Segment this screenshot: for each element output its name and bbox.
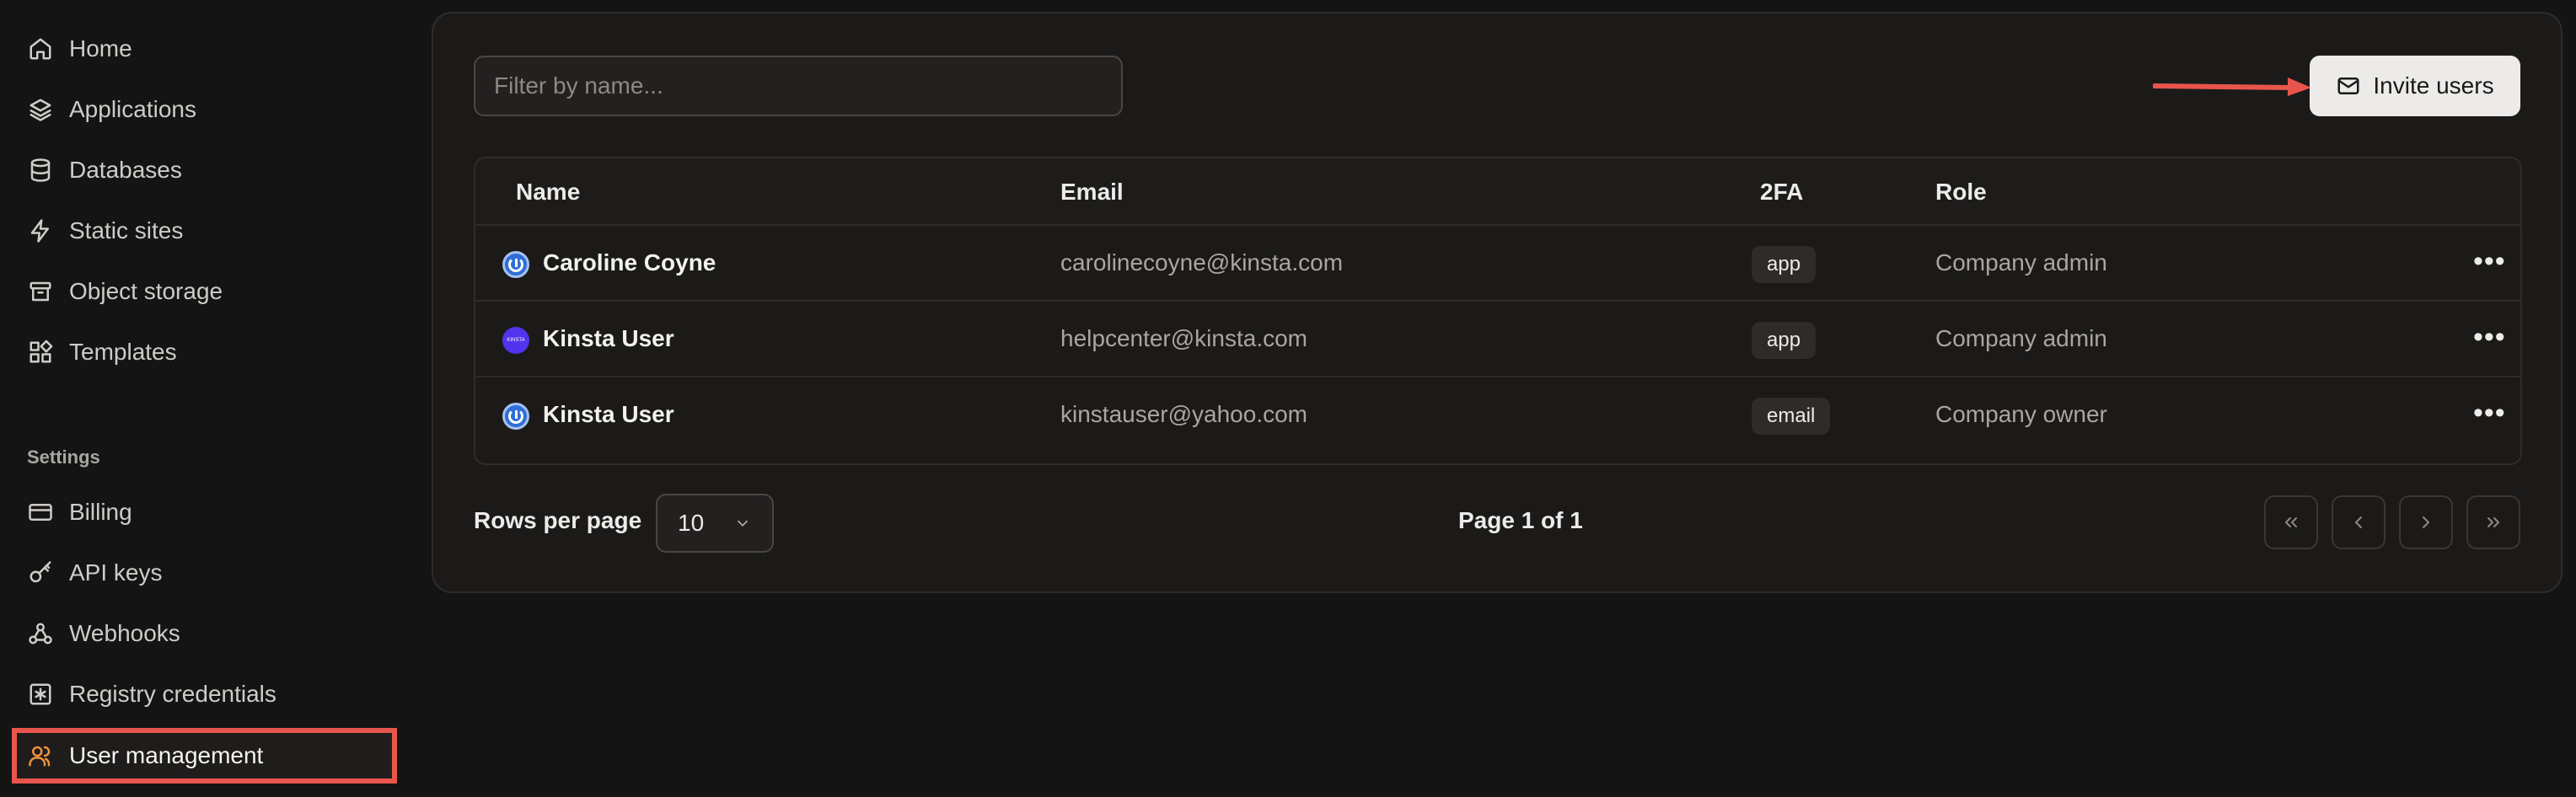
column-header-email[interactable]: Email [1060, 179, 1124, 206]
rows-per-page-value: 10 [678, 510, 705, 536]
more-actions-icon[interactable]: ••• [2473, 323, 2506, 351]
settings-section-label: Settings [27, 447, 100, 468]
archive-icon [27, 278, 54, 305]
sidebar-item-label: Billing [69, 499, 132, 525]
annotation-arrow [2153, 78, 2311, 96]
rows-per-page-label: Rows per page [474, 507, 642, 533]
sidebar-item-user-management[interactable]: User management [12, 728, 397, 784]
chevron-down-icon [737, 520, 749, 527]
sidebar-item-label: Databases [69, 157, 182, 183]
layers-icon [27, 96, 54, 123]
sidebar-item-label: Registry credentials [69, 681, 276, 707]
credit-card-icon [27, 499, 54, 526]
sidebar-item-label: Object storage [69, 278, 223, 304]
database-icon [27, 157, 54, 184]
webhook-icon [27, 620, 54, 647]
user-name: Kinsta User [543, 401, 674, 427]
sidebar-item-webhooks[interactable]: Webhooks [13, 610, 393, 657]
kinsta-avatar-icon: KINSTA [502, 327, 529, 354]
sidebar-item-billing[interactable]: Billing [13, 489, 393, 536]
user-name: Caroline Coyne [543, 249, 716, 275]
sidebar-item-api-keys[interactable]: API keys [13, 549, 393, 596]
user-email: helpcenter@kinsta.com [1060, 325, 1308, 351]
user-email: kinstauser@yahoo.com [1060, 401, 1308, 427]
sidebar: Home Applications Databases Static sites… [0, 0, 413, 797]
previous-page-button[interactable] [2332, 495, 2385, 549]
table-header: Name Email 2FA Role [475, 158, 2520, 226]
twofa-badge: app [1752, 322, 1817, 359]
sidebar-item-label: API keys [69, 559, 163, 586]
column-header-2fa[interactable]: 2FA [1760, 179, 1803, 206]
next-page-button[interactable] [2399, 495, 2453, 549]
sidebar-item-templates[interactable]: Templates [13, 329, 393, 376]
sidebar-item-registry-credentials[interactable]: Registry credentials [13, 671, 393, 718]
first-page-button[interactable] [2264, 495, 2318, 549]
column-header-name[interactable]: Name [516, 179, 580, 206]
sidebar-item-home[interactable]: Home [13, 25, 393, 72]
twofa-badge: app [1752, 246, 1817, 283]
invite-users-button[interactable]: Invite users [2310, 56, 2520, 116]
sidebar-item-label: User management [69, 742, 264, 768]
home-icon [27, 35, 54, 62]
bolt-icon [27, 217, 54, 244]
chevron-right-icon [2423, 516, 2429, 528]
sidebar-item-label: Templates [69, 339, 177, 365]
filter-input[interactable] [474, 56, 1123, 116]
more-actions-icon[interactable]: ••• [2473, 247, 2506, 275]
page-info: Page 1 of 1 [1458, 507, 1583, 533]
sidebar-item-static-sites[interactable]: Static sites [13, 207, 393, 254]
rows-per-page-select[interactable]: 10 [656, 494, 774, 553]
sidebar-item-label: Static sites [69, 217, 184, 243]
key-icon [27, 559, 54, 586]
user-email: carolinecoyne@kinsta.com [1060, 249, 1344, 275]
sidebar-item-label: Home [69, 35, 132, 62]
asterisk-square-icon [27, 681, 54, 708]
users-icon [27, 742, 54, 769]
user-name: Kinsta User [543, 325, 674, 351]
power-avatar-icon [502, 251, 529, 278]
chevrons-left-icon [2285, 517, 2297, 527]
table-row[interactable]: KINSTA Kinsta User helpcenter@kinsta.com… [475, 302, 2520, 377]
user-management-panel: Invite users Name Email 2FA Role Carolin… [432, 12, 2563, 593]
chevron-left-icon [2355, 516, 2362, 528]
user-role: Company admin [1935, 249, 2107, 275]
more-actions-icon[interactable]: ••• [2473, 398, 2506, 427]
invite-users-label: Invite users [2373, 72, 2494, 99]
sidebar-item-databases[interactable]: Databases [13, 147, 393, 194]
sidebar-item-object-storage[interactable]: Object storage [13, 268, 393, 315]
table-row[interactable]: Kinsta User kinstauser@yahoo.com email C… [475, 377, 2520, 453]
column-header-role[interactable]: Role [1935, 179, 1987, 206]
table-row[interactable]: Caroline Coyne carolinecoyne@kinsta.com … [475, 226, 2520, 302]
user-role: Company owner [1935, 401, 2107, 427]
user-role: Company admin [1935, 325, 2107, 351]
sidebar-item-applications[interactable]: Applications [13, 86, 393, 133]
sidebar-item-label: Applications [69, 96, 196, 122]
users-table: Name Email 2FA Role Caroline Coyne carol… [474, 157, 2522, 465]
last-page-button[interactable] [2466, 495, 2520, 549]
mail-icon [2337, 78, 2359, 94]
chevrons-right-icon [2487, 517, 2499, 527]
templates-icon [27, 339, 54, 366]
power-avatar-icon [502, 403, 529, 430]
twofa-badge: email [1752, 398, 1831, 435]
sidebar-item-label: Webhooks [69, 620, 180, 646]
